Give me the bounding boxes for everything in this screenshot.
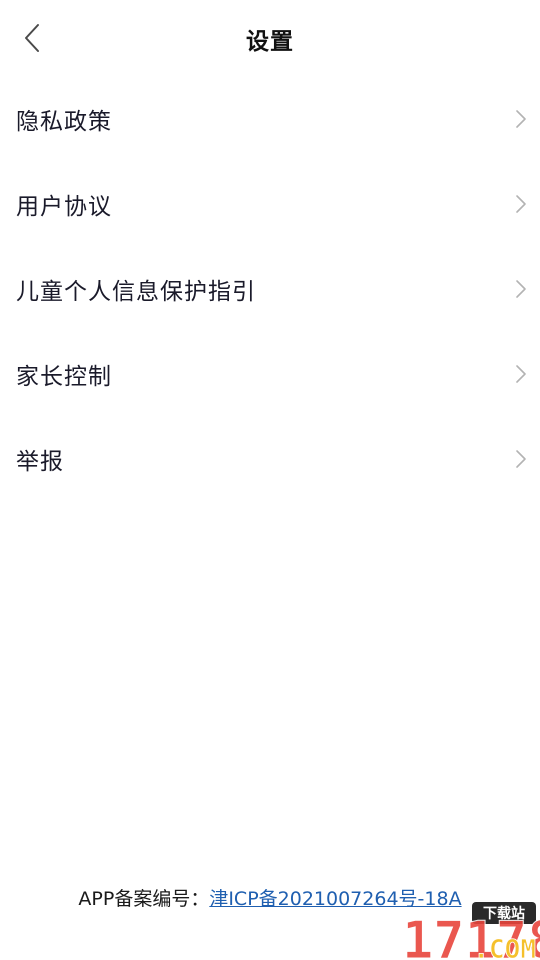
menu-item-label: 儿童个人信息保护指引: [16, 278, 256, 305]
icp-filing-footer: APP备案编号：津ICP备2021007264号-18A: [0, 884, 540, 911]
header-bar: 设置: [0, 0, 540, 78]
menu-item-label: 隐私政策: [16, 108, 112, 135]
icp-filing-link[interactable]: 津ICP备2021007264号-18A: [209, 888, 461, 910]
watermark-number: 17178: [402, 911, 540, 960]
chevron-right-icon: [516, 364, 526, 383]
menu-item-label: 举报: [16, 448, 64, 475]
settings-menu: 隐私政策 用户协议 儿童个人信息保护指引 家长控制 举报: [0, 76, 540, 501]
menu-item-child-privacy-guide[interactable]: 儿童个人信息保护指引: [0, 246, 540, 331]
menu-item-label: 家长控制: [16, 363, 112, 390]
menu-item-privacy-policy[interactable]: 隐私政策: [0, 76, 540, 161]
chevron-right-icon: [516, 449, 526, 468]
menu-item-label: 用户协议: [16, 193, 112, 220]
chevron-right-icon: [516, 279, 526, 298]
watermark-domain: .COM: [473, 935, 536, 960]
page-title: 设置: [246, 29, 294, 55]
chevron-right-icon: [516, 194, 526, 213]
icp-filing-label: APP备案编号：: [78, 888, 210, 910]
menu-item-user-agreement[interactable]: 用户协议: [0, 161, 540, 246]
menu-item-parental-control[interactable]: 家长控制: [0, 331, 540, 416]
chevron-right-icon: [516, 109, 526, 128]
menu-item-report[interactable]: 举报: [0, 416, 540, 501]
